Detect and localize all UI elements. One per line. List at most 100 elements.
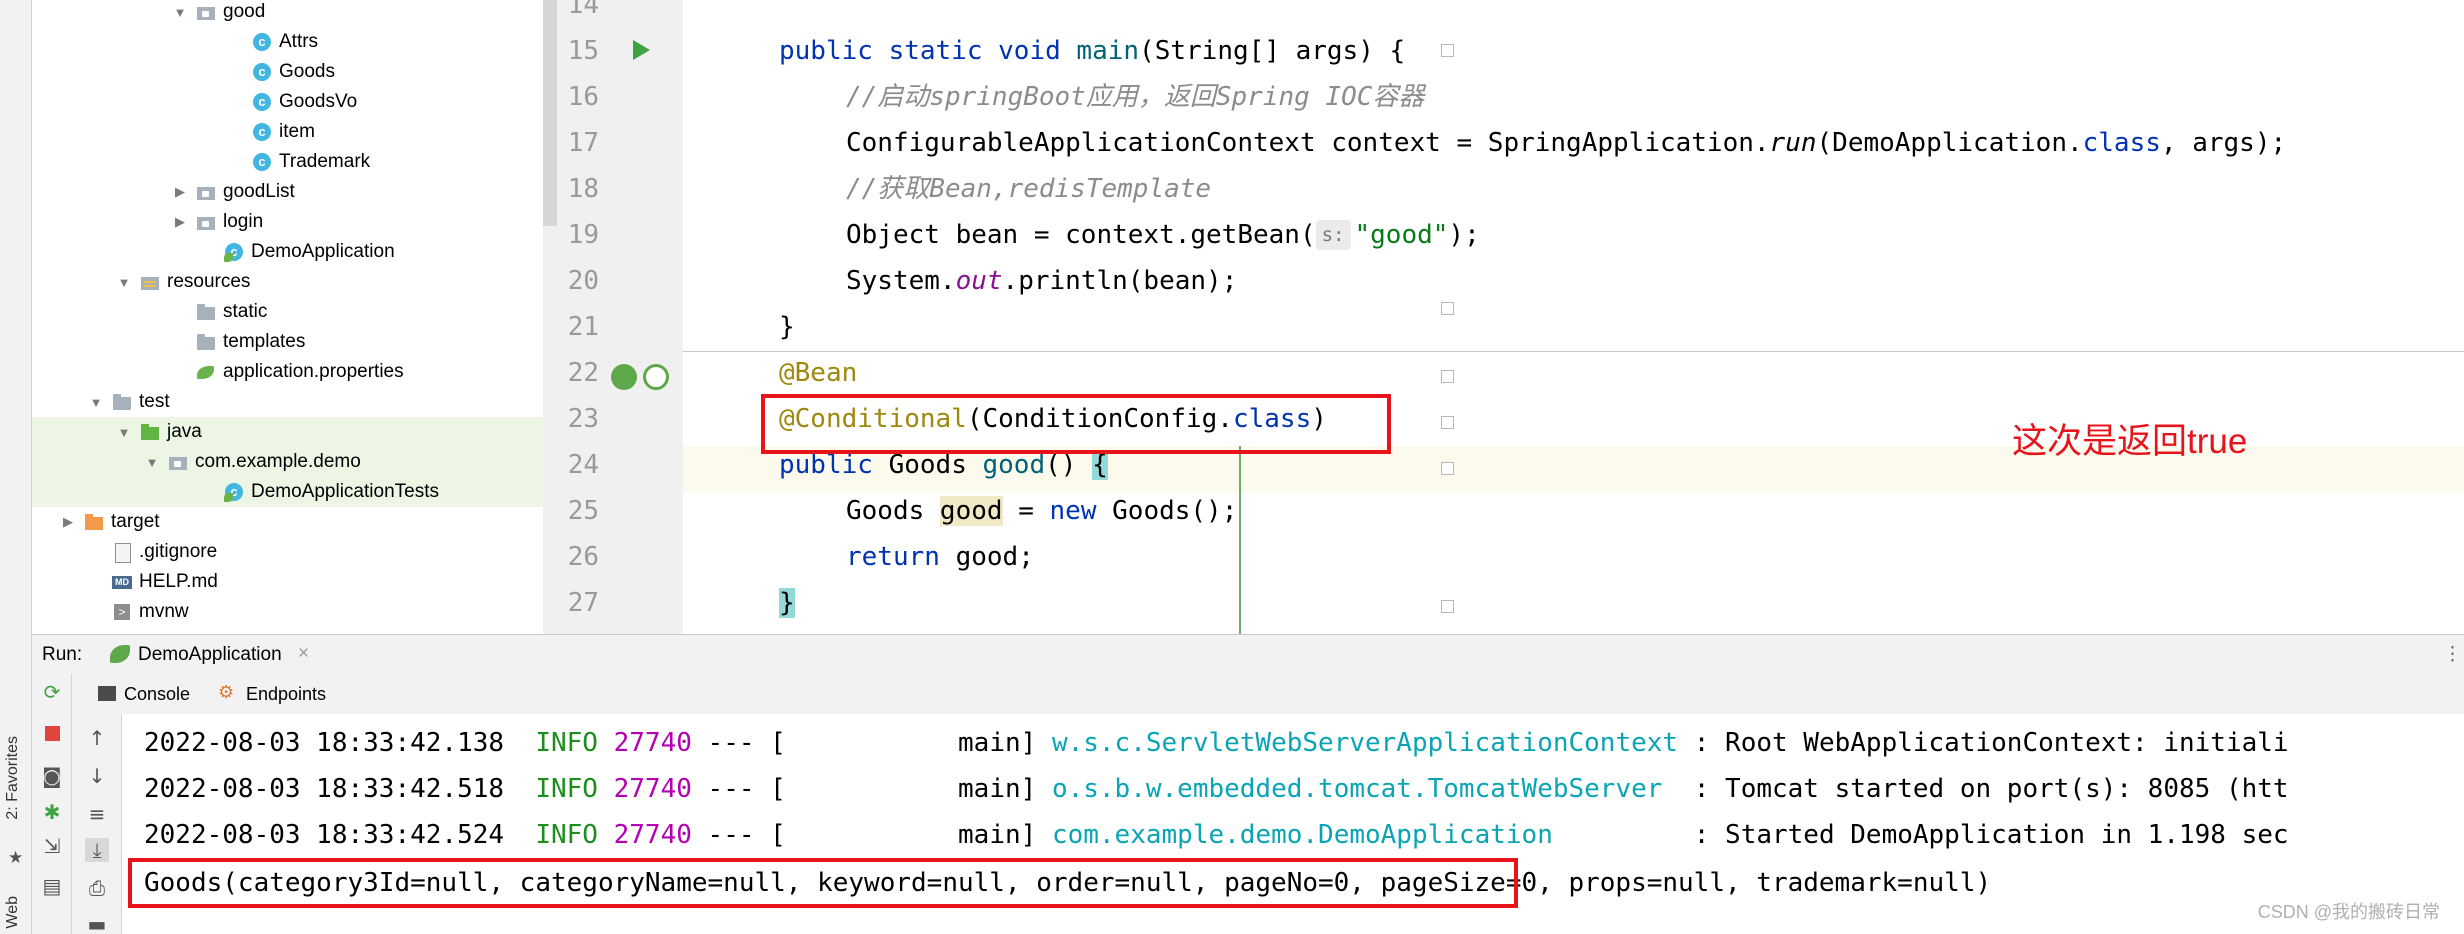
run-gutter-icon[interactable] <box>633 40 650 60</box>
tree-item[interactable]: ▼ good <box>32 0 544 27</box>
tree-item[interactable]: DemoApplication <box>32 237 544 267</box>
login-icon[interactable]: ⇲ <box>40 834 64 858</box>
tree-item[interactable]: mvnw <box>32 597 544 627</box>
console-output[interactable]: 2022-08-03 18:33:42.138 INFO 27740 --- [… <box>122 714 2464 934</box>
close-icon[interactable]: × <box>298 643 309 665</box>
log-pid: 27740 <box>613 820 692 850</box>
code-line-17[interactable]: ConfigurableApplicationContext context =… <box>846 120 2286 166</box>
tree-item[interactable]: item <box>32 117 544 147</box>
conditional-highlight-box <box>761 394 1391 454</box>
chevron-down-icon[interactable]: ▼ <box>172 5 188 20</box>
stop-icon[interactable] <box>45 726 60 741</box>
tree-item[interactable]: .gitignore <box>32 537 544 567</box>
chevron-right-icon[interactable]: ▶ <box>172 184 188 200</box>
down-arrow-icon[interactable]: ↓ <box>85 764 109 788</box>
tree-item[interactable]: GoodsVo <box>32 87 544 117</box>
tree-item[interactable]: ▼ resources <box>32 267 544 297</box>
tree-item-label: HELP.md <box>139 571 218 592</box>
code-editor[interactable]: 14 15 16 17 18 19 20 21 22 23 24 25 26 27 public stat… <box>557 0 2464 634</box>
rerun-icon[interactable]: ⟳ <box>40 680 64 704</box>
output-highlight-box <box>128 858 1518 908</box>
folder-pkg-icon <box>196 212 216 232</box>
run-label: Run: <box>42 644 83 665</box>
tree-item-label: item <box>279 121 315 142</box>
tree-item[interactable]: Attrs <box>32 27 544 57</box>
fold-marker-icon[interactable] <box>1441 44 1454 57</box>
tree-item[interactable]: DemoApplicationTests <box>32 477 544 507</box>
tree-item[interactable]: ▼ test <box>32 387 544 417</box>
code-line-27[interactable]: } <box>779 580 795 626</box>
spring-bean-icon[interactable] <box>611 364 637 390</box>
tree-item[interactable]: Trademark <box>32 147 544 177</box>
tree-item[interactable]: Goods <box>32 57 544 87</box>
tree-item-label: GoodsVo <box>279 91 358 112</box>
line-number: 19 <box>567 220 599 250</box>
tab-endpoints[interactable]: Endpoints <box>246 684 326 705</box>
file-md-icon <box>112 572 132 592</box>
chevron-right-icon[interactable]: ▶ <box>172 214 188 230</box>
bean-navigate-icon[interactable] <box>643 364 669 390</box>
chevron-down-icon[interactable]: ▼ <box>88 395 104 410</box>
tree-item[interactable]: ▶ goodList <box>32 177 544 207</box>
tree-item[interactable]: HELP.md <box>32 567 544 597</box>
folder-res-icon <box>140 272 160 292</box>
up-arrow-icon[interactable]: ↑ <box>85 726 109 750</box>
code-line-16[interactable]: //启动springBoot应用，返回Spring IOC容器 <box>846 74 1424 120</box>
code-line-25[interactable]: Goods good = new Goods(); <box>846 488 1237 534</box>
line-number: 25 <box>567 496 599 526</box>
debug-icon[interactable]: ✱ <box>40 800 64 824</box>
fold-marker-icon[interactable] <box>1441 416 1454 429</box>
scroll-to-end-icon[interactable]: ⤓ <box>85 838 109 862</box>
code-line-21[interactable]: } <box>779 304 795 350</box>
layout-icon[interactable]: ▤ <box>40 874 64 898</box>
tree-item[interactable]: static <box>32 297 544 327</box>
fold-marker-icon[interactable] <box>1441 370 1454 383</box>
fold-marker-icon[interactable] <box>1441 600 1454 613</box>
fold-marker-icon[interactable] <box>1441 302 1454 315</box>
favorites-tab[interactable]: 2: Favorites <box>4 736 22 820</box>
log-logger: w.s.c.ServletWebServerApplicationContext <box>1051 728 1679 758</box>
print-icon[interactable]: ⎙ <box>85 876 109 900</box>
more-icon[interactable]: ⋮ <box>2443 643 2462 666</box>
tree-item-label: goodList <box>223 181 295 202</box>
web-tab[interactable]: Web <box>4 896 22 929</box>
line-number: 17 <box>567 128 599 158</box>
tree-item-label: Attrs <box>279 31 319 52</box>
tree-item[interactable]: ▶ login <box>32 207 544 237</box>
tab-console[interactable]: Console <box>124 684 190 705</box>
tree-item-label: DemoApplicationTests <box>251 481 439 502</box>
scope-indicator <box>1239 446 1241 634</box>
folder-green-icon <box>140 422 160 442</box>
fold-marker-icon[interactable] <box>1441 462 1454 475</box>
annotation-note: 这次是返回true <box>2012 422 2248 461</box>
tree-item[interactable]: ▶ target <box>32 507 544 537</box>
log-date: 2022-08-03 18:33:42.138 <box>144 728 505 758</box>
tree-item[interactable]: ▼ java <box>32 417 544 447</box>
code-line-19[interactable]: Object bean = context.getBean(s: "good"); <box>846 212 1480 258</box>
code-line-26[interactable]: return good; <box>846 534 1034 580</box>
camera-icon[interactable]: ◙ <box>40 764 64 788</box>
run-config-tab[interactable]: DemoApplication <box>138 644 282 666</box>
tree-item-label: target <box>111 511 160 532</box>
tree-item[interactable]: ▼ com.example.demo <box>32 447 544 477</box>
chevron-down-icon[interactable]: ▼ <box>116 275 132 290</box>
tree-item[interactable]: application.properties <box>32 357 544 387</box>
class-c-icon <box>252 32 272 52</box>
code-line-20[interactable]: System.out.println(bean); <box>846 258 1237 304</box>
chevron-down-icon[interactable]: ▼ <box>144 455 160 470</box>
chevron-down-icon[interactable]: ▼ <box>116 425 132 440</box>
tree-item[interactable]: templates <box>32 327 544 357</box>
spring-run-icon <box>110 645 130 663</box>
code-line-15[interactable]: public static void main(String[] args) { <box>779 28 1405 74</box>
tree-item-label: .gitignore <box>139 541 218 562</box>
folder-pkg-icon <box>196 182 216 202</box>
project-scrollbar-thumb[interactable] <box>543 0 557 226</box>
tree-item-label: resources <box>167 271 251 292</box>
delete-icon[interactable]: ▬ <box>85 912 109 934</box>
line-number: 23 <box>567 404 599 434</box>
run-tabs: Console ⚙ Endpoints <box>32 674 2464 714</box>
code-line-22[interactable]: @Bean <box>779 350 857 396</box>
code-line-18[interactable]: //获取Bean,redisTemplate <box>846 166 1211 212</box>
chevron-right-icon[interactable]: ▶ <box>60 514 76 530</box>
soft-wrap-icon[interactable]: ≡ <box>85 802 109 826</box>
